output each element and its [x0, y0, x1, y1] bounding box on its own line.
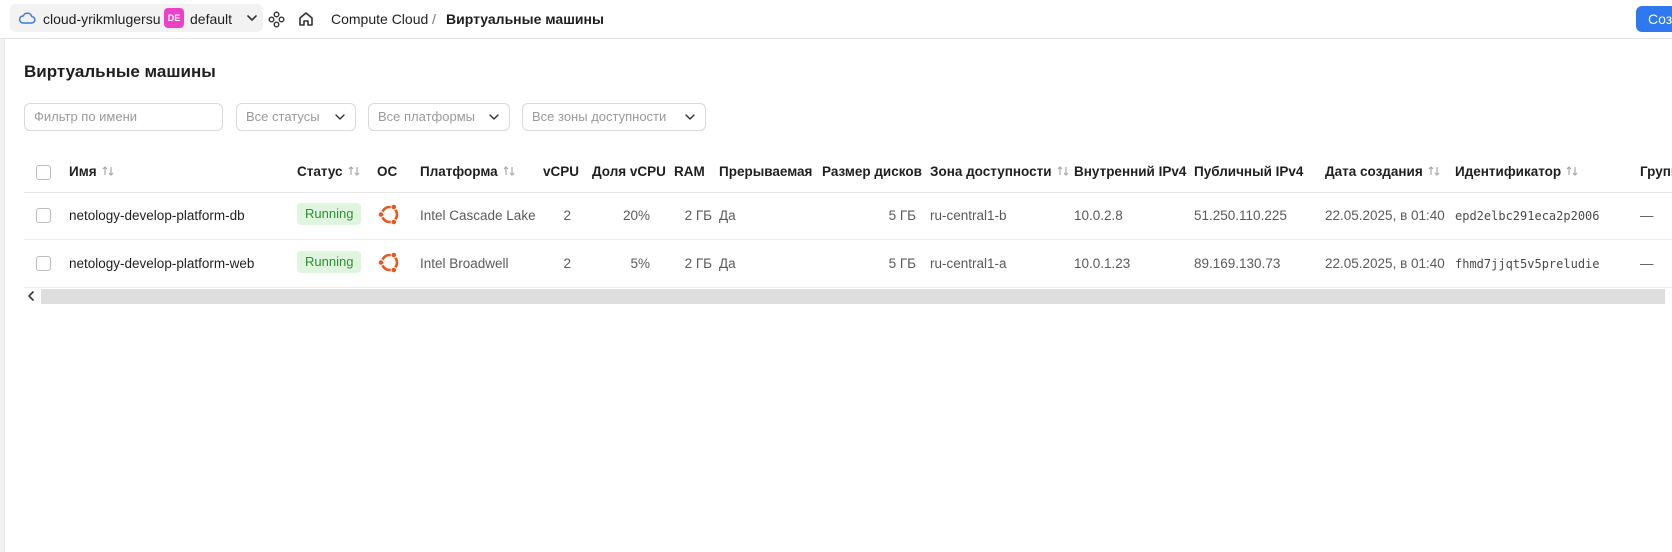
cloud-name: cloud-yrikmlugersu [43, 11, 161, 27]
column-header-vcpu: vCPU [543, 164, 580, 179]
vm-platform: Intel Cascade Lake [420, 208, 536, 223]
zone-filter-value: Все зоны доступности [532, 109, 667, 124]
page-title: Виртуальные машины [24, 62, 216, 81]
column-header-os: ОС [377, 164, 398, 179]
vm-platform: Intel Broadwell [420, 256, 509, 271]
row-checkbox[interactable] [36, 256, 51, 271]
create-vm-button[interactable]: Соз [1636, 6, 1672, 32]
vm-vcpu-share: 20% [622, 208, 650, 223]
table-row[interactable]: netology-develop-platform-web Running In… [24, 240, 1672, 288]
vm-vcpu: 2 [563, 208, 571, 223]
status-filter-value: Все статусы [246, 109, 320, 124]
vm-internal-ip: 10.0.2.8 [1074, 208, 1123, 223]
sort-icon [348, 166, 359, 176]
sort-icon [1057, 166, 1068, 176]
folder-name: default [190, 11, 233, 27]
vm-name[interactable]: netology-develop-platform-web [69, 256, 254, 271]
breadcrumb-service[interactable]: Compute Cloud [331, 11, 428, 27]
name-filter-placeholder: Фильтр по имени [34, 109, 138, 124]
ubuntu-icon [377, 251, 399, 274]
folder-badge: DE [164, 8, 184, 28]
sort-icon [102, 166, 114, 176]
top-bar: cloud-yrikmlugersu DE default Compute Cl… [0, 0, 1672, 39]
chevron-down-icon [685, 114, 695, 120]
sort-icon [1566, 166, 1578, 176]
platform-filter-value: Все платформы [378, 109, 475, 124]
vm-created: 22.05.2025, в 01:40 [1325, 256, 1445, 271]
vm-public-ip: 51.250.110.225 [1194, 208, 1287, 223]
vm-name[interactable]: netology-develop-platform-db [69, 208, 245, 223]
table-row[interactable]: netology-develop-platform-db Running Int… [24, 192, 1672, 240]
column-header-name[interactable]: Имя [69, 164, 115, 179]
column-header-created[interactable]: Дата создания [1325, 164, 1441, 179]
vm-ram: 2 ГБ [684, 256, 712, 271]
column-header-id[interactable]: Идентификатор [1455, 164, 1579, 179]
vm-preemptible: Да [719, 208, 736, 223]
cloud-folder-selector[interactable]: cloud-yrikmlugersu DE default [10, 4, 263, 32]
sort-icon [503, 166, 515, 176]
vm-ram: 2 ГБ [684, 208, 712, 223]
column-header-id-label: Идентификатор [1455, 164, 1562, 179]
column-header-public-ip: Публичный IPv4 [1194, 164, 1304, 179]
vm-public-ip: 89.169.130.73 [1194, 256, 1281, 271]
vm-created: 22.05.2025, в 01:40 [1325, 208, 1445, 223]
column-header-vcpu-share: Доля vCPU [592, 164, 666, 179]
breadcrumb-separator: / [432, 11, 436, 27]
chevron-down-icon [335, 114, 345, 120]
ubuntu-icon [377, 203, 399, 226]
column-header-platform-label: Платформа [420, 164, 498, 179]
vm-id[interactable]: epd2elbc291eca2p2006 [1455, 209, 1600, 223]
status-badge: Running [297, 203, 362, 225]
vm-disk-size: 5 ГБ [888, 256, 916, 271]
breadcrumb-current: Виртуальные машины [446, 11, 604, 27]
column-header-preemptible: Прерываемая [719, 164, 813, 179]
select-all-checkbox[interactable] [36, 165, 51, 180]
vm-id[interactable]: fhmd7jjqt5v5preludie [1455, 257, 1600, 271]
column-header-name-label: Имя [69, 164, 97, 179]
vm-internal-ip: 10.0.1.23 [1074, 256, 1131, 271]
name-filter-input[interactable]: Фильтр по имени [24, 103, 223, 131]
left-edge [0, 0, 5, 552]
column-header-internal-ip: Внутренний IPv4 [1074, 164, 1187, 179]
table-header: Имя Статус ОС Платформа vCPU Доля vCPU R… [24, 154, 1672, 193]
chevron-down-icon [489, 114, 499, 120]
column-header-platform[interactable]: Платформа [420, 164, 516, 179]
row-checkbox[interactable] [36, 208, 51, 223]
zone-filter-select[interactable]: Все зоны доступности [522, 103, 706, 131]
vm-zone: ru-central1-a [930, 256, 1007, 271]
column-header-zone-label: Зона доступности [930, 164, 1052, 179]
vm-group: — [1640, 208, 1654, 223]
scroll-left-icon[interactable] [26, 290, 36, 302]
column-header-status[interactable]: Статус [297, 164, 361, 179]
status-badge: Running [297, 251, 362, 273]
column-header-group: Групп [1640, 164, 1672, 179]
chevron-down-icon [247, 15, 257, 21]
horizontal-scrollbar[interactable] [41, 289, 1665, 304]
vm-preemptible: Да [719, 256, 736, 271]
vm-group: — [1640, 256, 1654, 271]
column-header-zone[interactable]: Зона доступности [930, 164, 1070, 179]
vm-zone: ru-central1-b [930, 208, 1007, 223]
home-icon[interactable] [297, 10, 315, 28]
platform-filter-select[interactable]: Все платформы [368, 103, 510, 131]
cloud-icon [18, 12, 36, 24]
column-header-ram: RAM [674, 164, 705, 179]
column-header-status-label: Статус [297, 164, 343, 179]
vm-disk-size: 5 ГБ [888, 208, 916, 223]
sort-icon [1428, 166, 1440, 176]
status-filter-select[interactable]: Все статусы [236, 103, 356, 131]
column-header-disk-size: Размер дисков [822, 164, 922, 179]
column-header-created-label: Дата создания [1325, 164, 1423, 179]
services-icon[interactable] [268, 11, 285, 28]
vm-vcpu: 2 [563, 256, 571, 271]
vm-vcpu-share: 5% [630, 256, 650, 271]
